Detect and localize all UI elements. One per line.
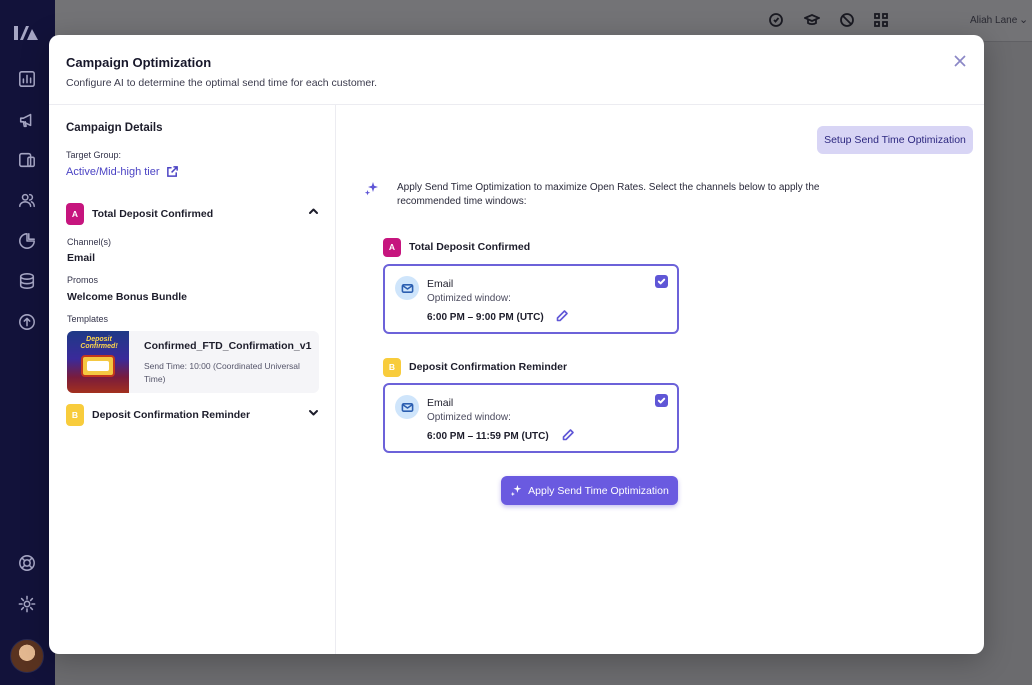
optimization-campaign-b-header: B Deposit Confirmation Reminder [383, 357, 567, 377]
optimization-campaign-a-header: A Total Deposit Confirmed [383, 237, 530, 257]
optimization-intro-text: Apply Send Time Optimization to maximize… [397, 182, 820, 207]
app-logo [14, 26, 38, 40]
target-group-link[interactable]: Active/Mid-high tier [66, 165, 179, 178]
users-icon[interactable] [17, 190, 37, 210]
user-menu-chevron-icon[interactable]: ⌄ [1019, 13, 1028, 26]
template-card[interactable]: Deposit Confirmed! Confirmed_FTD_Confirm… [67, 331, 319, 393]
optimization-campaign-b-name: Deposit Confirmation Reminder [409, 361, 568, 373]
modal-subtitle: Configure AI to determine the optimal se… [66, 77, 378, 89]
edit-pencil-icon[interactable] [561, 428, 575, 442]
chevron-down-icon[interactable] [307, 406, 320, 424]
optimization-campaign-b-badge: B [383, 357, 401, 377]
campaign-a-name: Total Deposit Confirmed [92, 208, 214, 220]
optimization-panel: Setup Send Time Optimization Apply Send … [337, 105, 984, 654]
megaphone-icon[interactable] [17, 110, 37, 130]
sparkle-icon [510, 484, 522, 497]
target-group-value[interactable]: Active/Mid-high tier [66, 166, 160, 178]
profile-avatar[interactable] [10, 639, 44, 673]
campaign-a-badge: A [66, 203, 84, 225]
email-channel-card-a[interactable]: Email Optimized window: 6:00 PM – 9:00 P… [383, 264, 679, 334]
channels-value: Email [67, 252, 96, 264]
settings-icon[interactable] [17, 594, 37, 614]
pie-chart-icon[interactable] [17, 231, 37, 251]
apply-button-label[interactable]: Apply Send Time Optimization [528, 485, 669, 497]
external-link-icon[interactable] [166, 165, 179, 178]
analytics-icon[interactable] [17, 69, 37, 89]
optimization-campaign-a-badge: A [383, 237, 401, 257]
blocked-icon[interactable] [839, 12, 855, 28]
ai-assistant-icon[interactable] [768, 12, 784, 28]
help-icon[interactable] [17, 553, 37, 573]
campaign-optimization-modal: Campaign Optimization Configure AI to de… [49, 35, 984, 654]
email-icon [395, 276, 419, 300]
graduation-cap-icon[interactable] [802, 12, 822, 28]
promos-label: Promos [67, 275, 99, 285]
close-icon[interactable] [952, 53, 968, 69]
template-thumbnail[interactable]: Deposit Confirmed! [67, 331, 129, 393]
campaign-b-row[interactable]: B Deposit Confirmation Reminder [66, 403, 320, 427]
email-icon [395, 395, 419, 419]
app-sidebar [0, 0, 55, 685]
optimization-campaign-a-name: Total Deposit Confirmed [409, 241, 531, 253]
thumbnail-caption: Deposit Confirmed! [80, 336, 118, 350]
apply-send-time-optimization-button[interactable]: Apply Send Time Optimization [501, 476, 678, 505]
channel-a-checkbox[interactable] [655, 275, 668, 288]
promos-value: Welcome Bonus Bundle [67, 291, 187, 303]
optimized-window-label: Optimized window: [427, 293, 511, 304]
database-icon[interactable] [17, 271, 37, 291]
slot-machine-icon [81, 355, 115, 377]
modal-title: Campaign Optimization [66, 55, 212, 70]
campaign-b-name: Deposit Confirmation Reminder [92, 409, 251, 421]
channel-name: Email [427, 397, 454, 409]
user-name[interactable]: Aliah Lane [970, 15, 1017, 26]
template-name: Confirmed_FTD_Confirmation_v1 [144, 340, 312, 352]
optimized-window-value: 6:00 PM – 9:00 PM (UTC) [427, 312, 544, 323]
edit-pencil-icon[interactable] [555, 309, 569, 323]
target-group-label: Target Group: [66, 150, 122, 160]
campaign-details-heading: Campaign Details [66, 122, 163, 134]
templates-label: Templates [67, 314, 109, 324]
channels-label: Channel(s) [67, 237, 112, 247]
upload-icon[interactable] [17, 312, 37, 332]
sparkle-icon [364, 181, 380, 197]
modal-header: Campaign Optimization Configure AI to de… [49, 35, 984, 105]
optimized-window-label: Optimized window: [427, 412, 511, 423]
devices-icon[interactable] [17, 150, 37, 170]
chevron-up-icon[interactable] [307, 205, 320, 223]
campaign-a-row[interactable]: A Total Deposit Confirmed [66, 202, 320, 226]
optimized-window-value: 6:00 PM – 11:59 PM (UTC) [427, 431, 549, 442]
channel-name: Email [427, 278, 454, 290]
email-channel-card-b[interactable]: Email Optimized window: 6:00 PM – 11:59 … [383, 383, 679, 453]
campaign-b-badge: B [66, 404, 84, 426]
apps-grid-icon[interactable] [873, 12, 889, 28]
campaign-details-panel: Campaign Details Target Group: Active/Mi… [49, 105, 336, 654]
setup-send-time-optimization-button[interactable]: Setup Send Time Optimization [817, 126, 973, 154]
channel-b-checkbox[interactable] [655, 394, 668, 407]
template-send-time: Send Time: 10:00 (Coordinated Universal … [144, 361, 300, 384]
